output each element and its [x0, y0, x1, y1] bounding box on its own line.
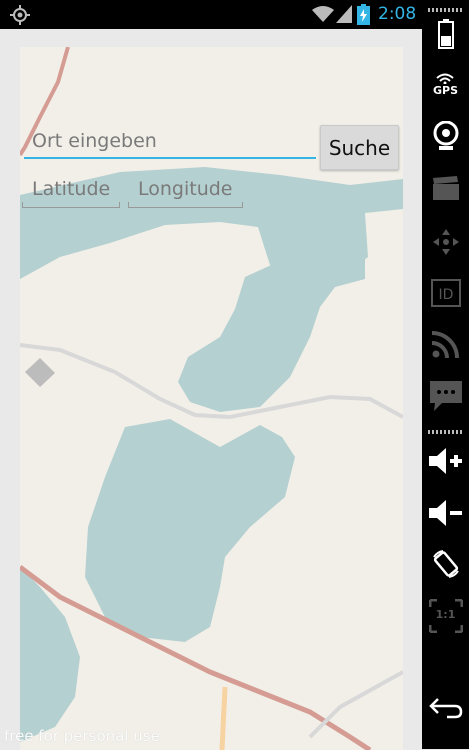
longitude-underline [128, 202, 243, 208]
battery-icon [437, 19, 454, 49]
battery-icon [357, 4, 370, 25]
movie-button[interactable] [422, 166, 469, 210]
volume-up-button[interactable] [422, 439, 469, 483]
volume-up-icon [428, 448, 462, 474]
svg-text:ID: ID [438, 287, 453, 303]
status-time: 2:08 [378, 4, 417, 24]
dpad-icon [432, 229, 459, 255]
sms-button[interactable] [422, 374, 469, 418]
scale-button[interactable]: 1:1 [422, 594, 469, 638]
road-side [219, 686, 228, 750]
wifi-signal-icon [436, 73, 455, 84]
gps-label: GPS [432, 83, 458, 97]
emulator-side-panel: GPS ID 1:1 [422, 0, 469, 749]
latitude-underline [22, 202, 120, 208]
webcam-button[interactable] [422, 114, 469, 158]
sms-icon [429, 381, 462, 411]
battery-button[interactable] [422, 12, 469, 56]
signal-icon [336, 5, 352, 23]
scale-label: 1:1 [435, 608, 456, 621]
watermark: free for personal use [4, 727, 160, 745]
latitude-field[interactable] [22, 172, 120, 206]
rotate-button[interactable] [422, 542, 469, 586]
volume-down-icon [428, 500, 462, 526]
webcam-icon [433, 121, 458, 150]
wifi-icon [312, 6, 334, 22]
volume-down-button[interactable] [422, 491, 469, 535]
back-button[interactable] [422, 686, 469, 730]
search-button[interactable]: Suche [320, 125, 399, 170]
search-input[interactable] [24, 125, 316, 159]
gps-status-icon [10, 5, 30, 25]
gps-button[interactable]: GPS [422, 62, 469, 106]
rss-button[interactable] [422, 322, 469, 366]
movie-icon [432, 176, 459, 200]
panel-separator [428, 430, 463, 434]
id-button[interactable]: ID [422, 271, 469, 315]
status-bar: 2:08 [0, 0, 469, 29]
id-icon: ID [430, 279, 461, 307]
rss-icon [431, 331, 459, 358]
dpad-button[interactable] [422, 220, 469, 264]
rotate-icon [432, 550, 459, 578]
back-icon [428, 698, 462, 719]
longitude-field[interactable] [128, 172, 243, 206]
